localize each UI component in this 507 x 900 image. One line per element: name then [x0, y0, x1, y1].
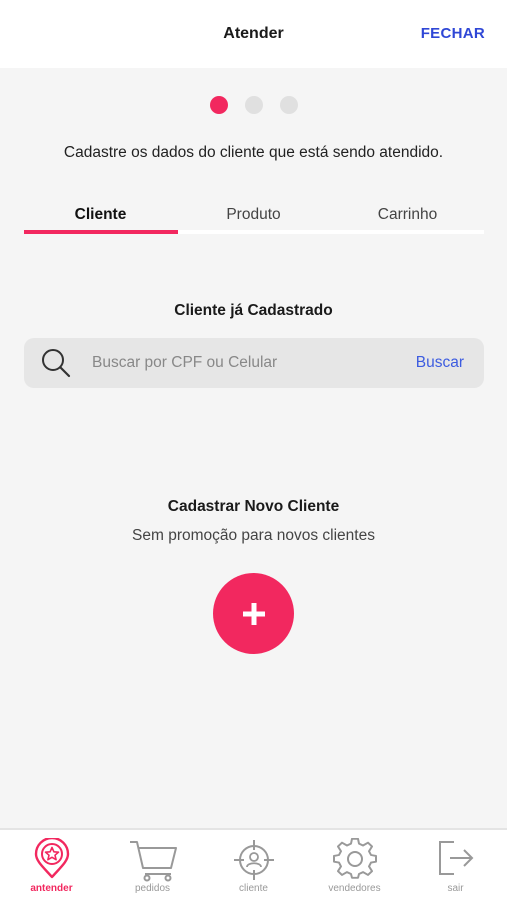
nav-label-cliente: cliente	[239, 883, 268, 894]
nav-pedidos[interactable]: pedidos	[102, 830, 203, 900]
nav-label-pedidos: pedidos	[134, 883, 171, 894]
tab-produto[interactable]: Produto	[177, 196, 330, 234]
plus-icon	[242, 602, 265, 625]
nav-vendedores[interactable]: vendedores	[304, 830, 405, 900]
nav-cliente[interactable]: cliente	[203, 830, 304, 900]
cart-icon	[129, 841, 177, 882]
top-bar: Atender FECHAR	[0, 0, 507, 68]
search-bar: Buscar	[24, 338, 484, 388]
step-dot-2	[244, 96, 263, 114]
step-indicator	[0, 96, 507, 114]
tab-cliente[interactable]: Cliente	[24, 196, 177, 234]
nav-sair[interactable]: sair	[405, 830, 506, 900]
nav-label-vendedores: vendedores	[328, 883, 381, 894]
add-client-button[interactable]	[213, 573, 294, 654]
new-client-subtitle: Sem promoção para novos clientes	[132, 527, 375, 544]
nav-antender[interactable]: antender	[1, 830, 102, 900]
gear-icon	[332, 838, 377, 879]
step-dot-3	[279, 96, 298, 114]
search-button[interactable]: Buscar	[416, 354, 464, 372]
step-dot-1	[209, 96, 228, 114]
nav-label-sair: sair	[447, 883, 464, 894]
tab-bar: Cliente Produto Carrinho	[24, 196, 484, 234]
bottom-navigation: antender pedidos cliente vendedores sair	[0, 828, 507, 900]
tab-active-indicator	[24, 230, 178, 234]
tab-carrinho[interactable]: Carrinho	[331, 196, 484, 234]
nav-label-antender: antender	[30, 883, 73, 894]
existing-client-title: Cliente já Cadastrado	[174, 302, 333, 319]
logout-icon	[438, 841, 473, 875]
instructions-text: Cadastre os dados do cliente que está se…	[63, 144, 444, 161]
target-person-icon	[233, 840, 274, 880]
location-star-icon	[34, 838, 69, 879]
search-input[interactable]	[92, 338, 392, 388]
new-client-title: Cadastrar Novo Cliente	[167, 498, 340, 515]
close-button[interactable]: FECHAR	[421, 25, 485, 42]
search-icon	[42, 349, 71, 378]
